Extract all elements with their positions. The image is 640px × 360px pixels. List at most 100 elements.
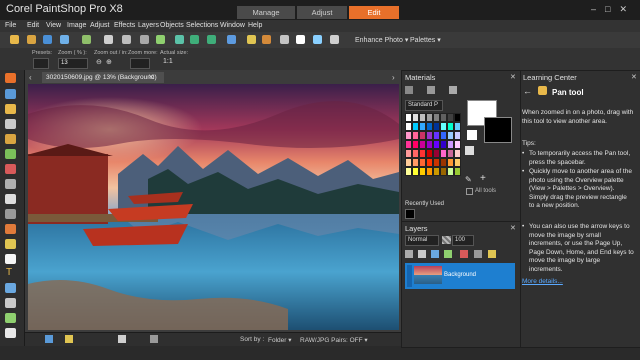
- opacity-input[interactable]: 100: [452, 235, 474, 246]
- folder-icon[interactable]: [65, 335, 73, 343]
- color-swatch[interactable]: [447, 158, 454, 167]
- zoom-in-icon[interactable]: ⊕: [106, 58, 112, 66]
- menu-layers[interactable]: Layers: [138, 22, 159, 29]
- resize-icon[interactable]: [280, 35, 289, 44]
- color-swatch[interactable]: [405, 140, 412, 149]
- color-swatch[interactable]: [426, 140, 433, 149]
- color-swatch[interactable]: [454, 149, 461, 158]
- crop-tool-icon[interactable]: [5, 134, 16, 144]
- info-icon[interactable]: [227, 35, 236, 44]
- color-swatch[interactable]: [412, 131, 419, 140]
- swatches-tab-icon[interactable]: [449, 86, 457, 94]
- search-icon[interactable]: [150, 335, 158, 343]
- zoom-out-icon[interactable]: ⊖: [96, 58, 102, 66]
- color-swatch[interactable]: [447, 167, 454, 176]
- adjustment-layer-icon[interactable]: [444, 250, 452, 258]
- pick-tool-icon[interactable]: [5, 89, 16, 99]
- maximize-icon[interactable]: □: [605, 4, 619, 14]
- more-details-link[interactable]: More details...: [522, 278, 563, 285]
- paint-brush-icon[interactable]: [5, 224, 16, 234]
- color-swatch[interactable]: [426, 131, 433, 140]
- rainbow-tab-icon[interactable]: [427, 86, 435, 94]
- color-swatch[interactable]: [454, 140, 461, 149]
- makeover-icon[interactable]: [5, 179, 16, 189]
- color-swatch[interactable]: [419, 167, 426, 176]
- recent-color-swatch[interactable]: [405, 209, 415, 219]
- color-swatch[interactable]: [433, 149, 440, 158]
- tab-manage[interactable]: Manage: [237, 6, 295, 19]
- print-icon[interactable]: [82, 35, 91, 44]
- minimize-icon[interactable]: –: [591, 4, 605, 14]
- color-swatch[interactable]: [405, 122, 412, 131]
- color-swatch[interactable]: [433, 122, 440, 131]
- redo-icon[interactable]: [207, 35, 216, 44]
- canvas-size-icon[interactable]: [296, 35, 305, 44]
- menu-window[interactable]: Window: [220, 22, 245, 29]
- cut-icon[interactable]: [104, 35, 113, 44]
- close-learning-center-icon[interactable]: ✕: [631, 73, 637, 81]
- close-icon[interactable]: ✕: [619, 4, 636, 14]
- share-icon[interactable]: [313, 35, 322, 44]
- menu-image[interactable]: Image: [67, 22, 86, 29]
- paste-as-layer-icon[interactable]: [156, 35, 165, 44]
- palettes-menu[interactable]: Palettes ▾: [410, 36, 441, 44]
- color-swatch[interactable]: [412, 158, 419, 167]
- color-swatch[interactable]: [454, 131, 461, 140]
- undo-icon[interactable]: [190, 35, 199, 44]
- menu-view[interactable]: View: [46, 22, 61, 29]
- zoom-percent-input[interactable]: 13: [58, 58, 88, 69]
- chevron-right-icon[interactable]: ›: [392, 73, 395, 82]
- enhance-photo-menu[interactable]: Enhance Photo ▾: [355, 36, 408, 44]
- shape-tool-icon[interactable]: [5, 283, 16, 293]
- color-swatch[interactable]: [419, 158, 426, 167]
- organizer-icon[interactable]: [45, 335, 53, 343]
- rotate-icon[interactable]: [262, 35, 271, 44]
- link-layer-icon[interactable]: [474, 250, 482, 258]
- new-file-icon[interactable]: [10, 35, 19, 44]
- presets-dropdown[interactable]: [33, 58, 49, 69]
- color-swatch[interactable]: [426, 167, 433, 176]
- frame-tab-icon[interactable]: [405, 86, 413, 94]
- help-icon[interactable]: [330, 35, 339, 44]
- color-swatch[interactable]: [405, 167, 412, 176]
- crop-icon[interactable]: [175, 35, 184, 44]
- dodge-icon[interactable]: [5, 239, 16, 249]
- edit-material-icon[interactable]: ✎: [465, 175, 472, 184]
- transparent-icon[interactable]: [465, 146, 474, 155]
- straighten-icon[interactable]: [5, 149, 16, 159]
- sort-folder-dropdown[interactable]: Folder ▾: [268, 336, 292, 344]
- color-swatch[interactable]: [426, 149, 433, 158]
- copy-icon[interactable]: [122, 35, 131, 44]
- color-swatch[interactable]: [440, 149, 447, 158]
- color-swatch[interactable]: [433, 113, 440, 122]
- color-swatch[interactable]: [454, 158, 461, 167]
- eyedropper-icon[interactable]: [5, 119, 16, 129]
- color-swatch[interactable]: [426, 122, 433, 131]
- color-swatch[interactable]: [426, 158, 433, 167]
- swatch-grid[interactable]: [405, 113, 461, 191]
- raw-jpg-pairs-toggle[interactable]: RAW/JPG Pairs: OFF ▾: [300, 336, 368, 344]
- menu-objects[interactable]: Objects: [160, 22, 184, 29]
- zoom-more-button[interactable]: [130, 58, 150, 69]
- color-swatch[interactable]: [447, 140, 454, 149]
- open-folder-icon[interactable]: [27, 35, 36, 44]
- save-as-icon[interactable]: [60, 35, 69, 44]
- close-layers-icon[interactable]: ✕: [510, 224, 516, 232]
- menu-adjust[interactable]: Adjust: [90, 22, 109, 29]
- pan-tool-icon[interactable]: [5, 73, 16, 83]
- color-swatch[interactable]: [405, 113, 412, 122]
- color-swatch[interactable]: [412, 149, 419, 158]
- color-swatch[interactable]: [412, 122, 419, 131]
- color-swatch[interactable]: [419, 140, 426, 149]
- color-swatch[interactable]: [419, 122, 426, 131]
- mask-icon[interactable]: [431, 250, 439, 258]
- paste-icon[interactable]: [140, 35, 149, 44]
- layers-icon[interactable]: [247, 35, 256, 44]
- add-swatch-icon[interactable]: +: [480, 173, 486, 184]
- color-swatch[interactable]: [419, 113, 426, 122]
- color-swatch[interactable]: [426, 113, 433, 122]
- eraser-icon[interactable]: [5, 254, 16, 264]
- delete-layer-icon[interactable]: [460, 250, 468, 258]
- red-eye-icon[interactable]: [5, 164, 16, 174]
- color-swatch[interactable]: [433, 167, 440, 176]
